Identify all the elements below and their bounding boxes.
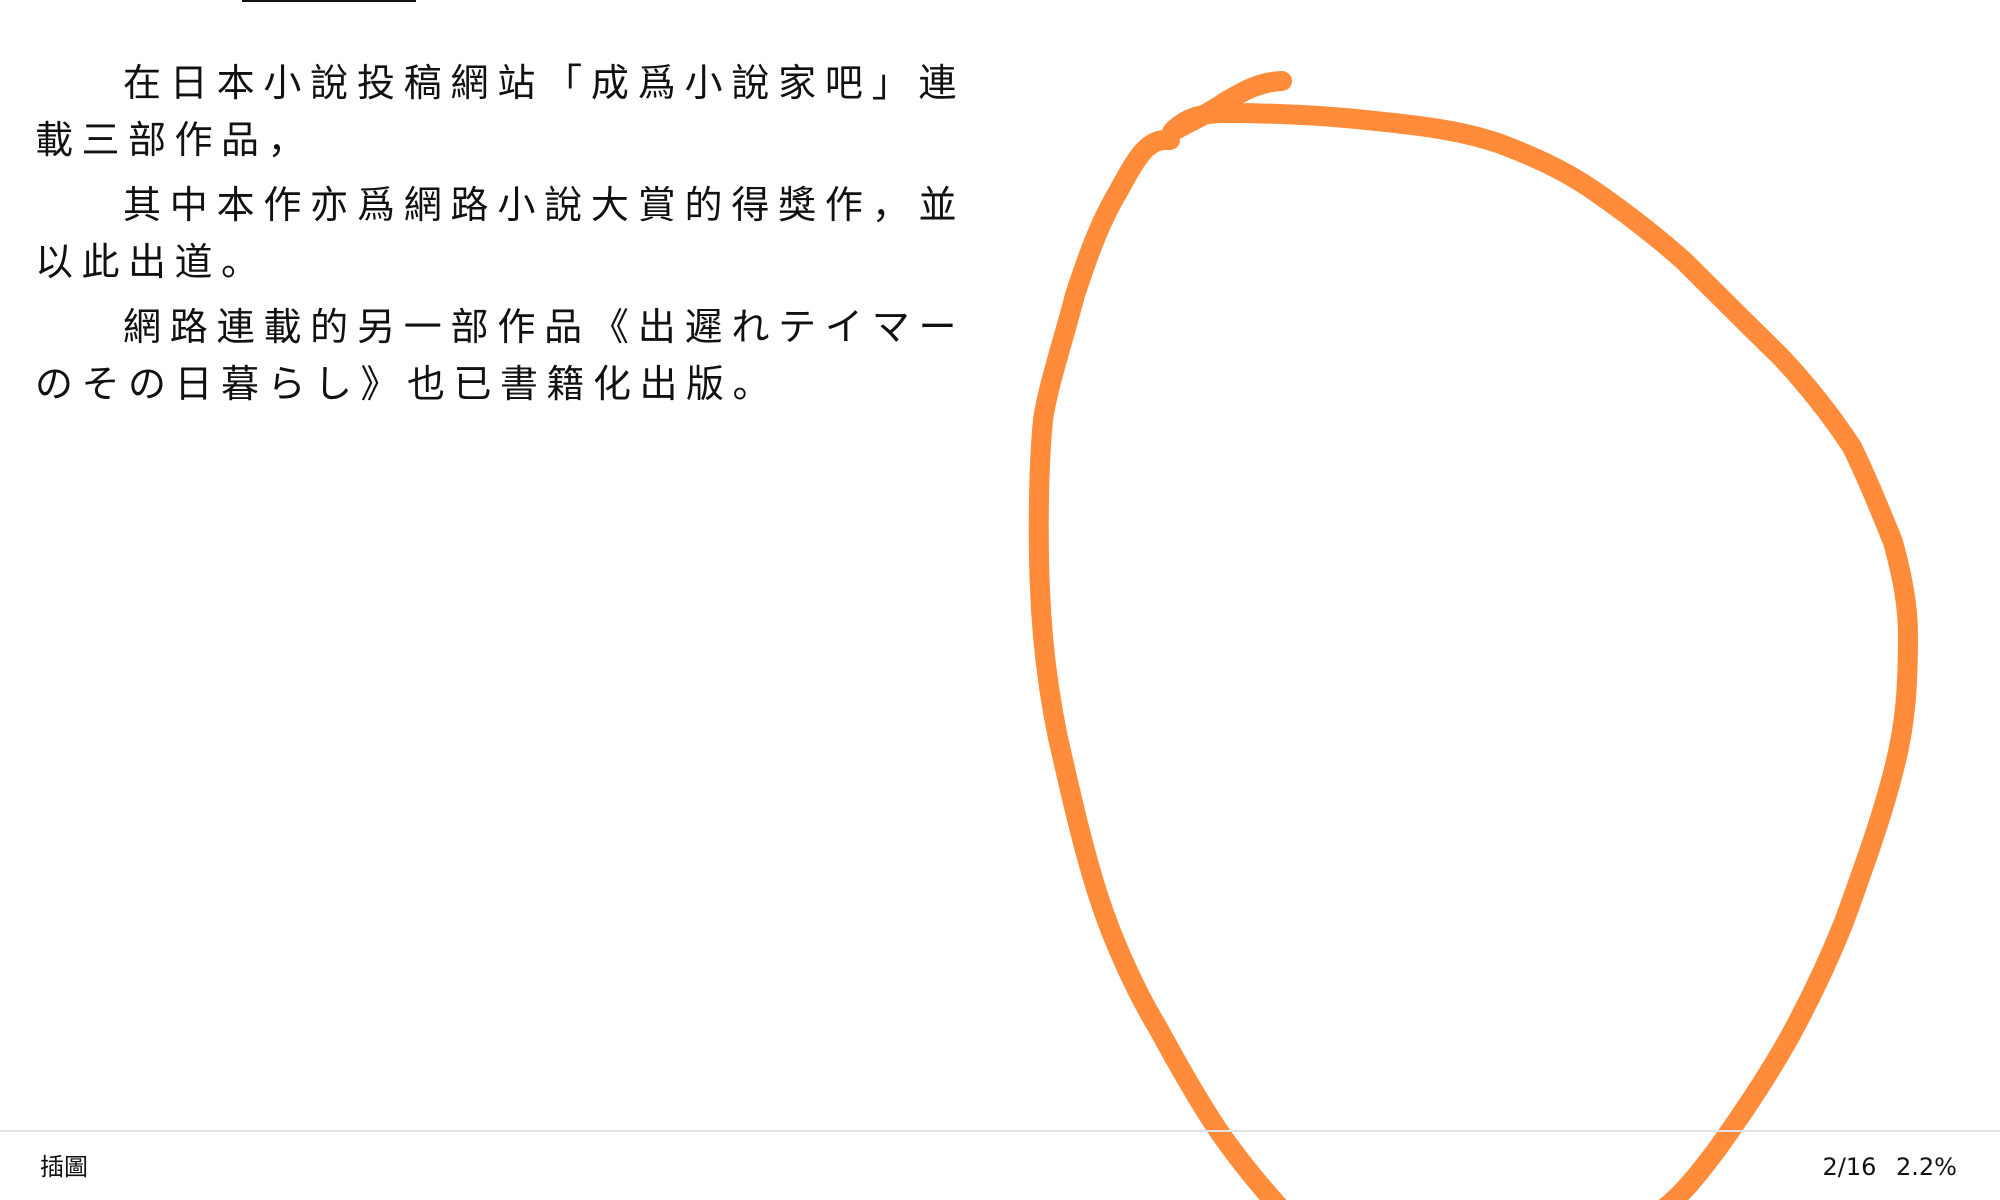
- top-rule: [242, 0, 416, 2]
- chapter-label: 插圖: [40, 1153, 88, 1181]
- reading-progress-percent: 2.2%: [1896, 1153, 1957, 1181]
- book-paragraph-3: 網路連載的另一部作品《出遲れテイマーのその日暮らし》也已書籍化出版。: [35, 305, 965, 406]
- book-text-area[interactable]: 在日本小說投稿網站「成爲小說家吧」連載三部作品， 其中本作亦爲網路小說大賞的得獎…: [35, 55, 965, 421]
- page-progress: 2/16 2.2%: [1822, 1152, 1957, 1182]
- annotation-stroke: [1028, 71, 1918, 1200]
- page-counter: 2/16: [1822, 1153, 1877, 1181]
- book-paragraph-2: 其中本作亦爲網路小說大賞的得獎作，並以此出道。: [35, 183, 965, 284]
- book-paragraph-1: 在日本小說投稿網站「成爲小說家吧」連載三部作品，: [35, 61, 965, 162]
- bottom-divider: [0, 1130, 2000, 1132]
